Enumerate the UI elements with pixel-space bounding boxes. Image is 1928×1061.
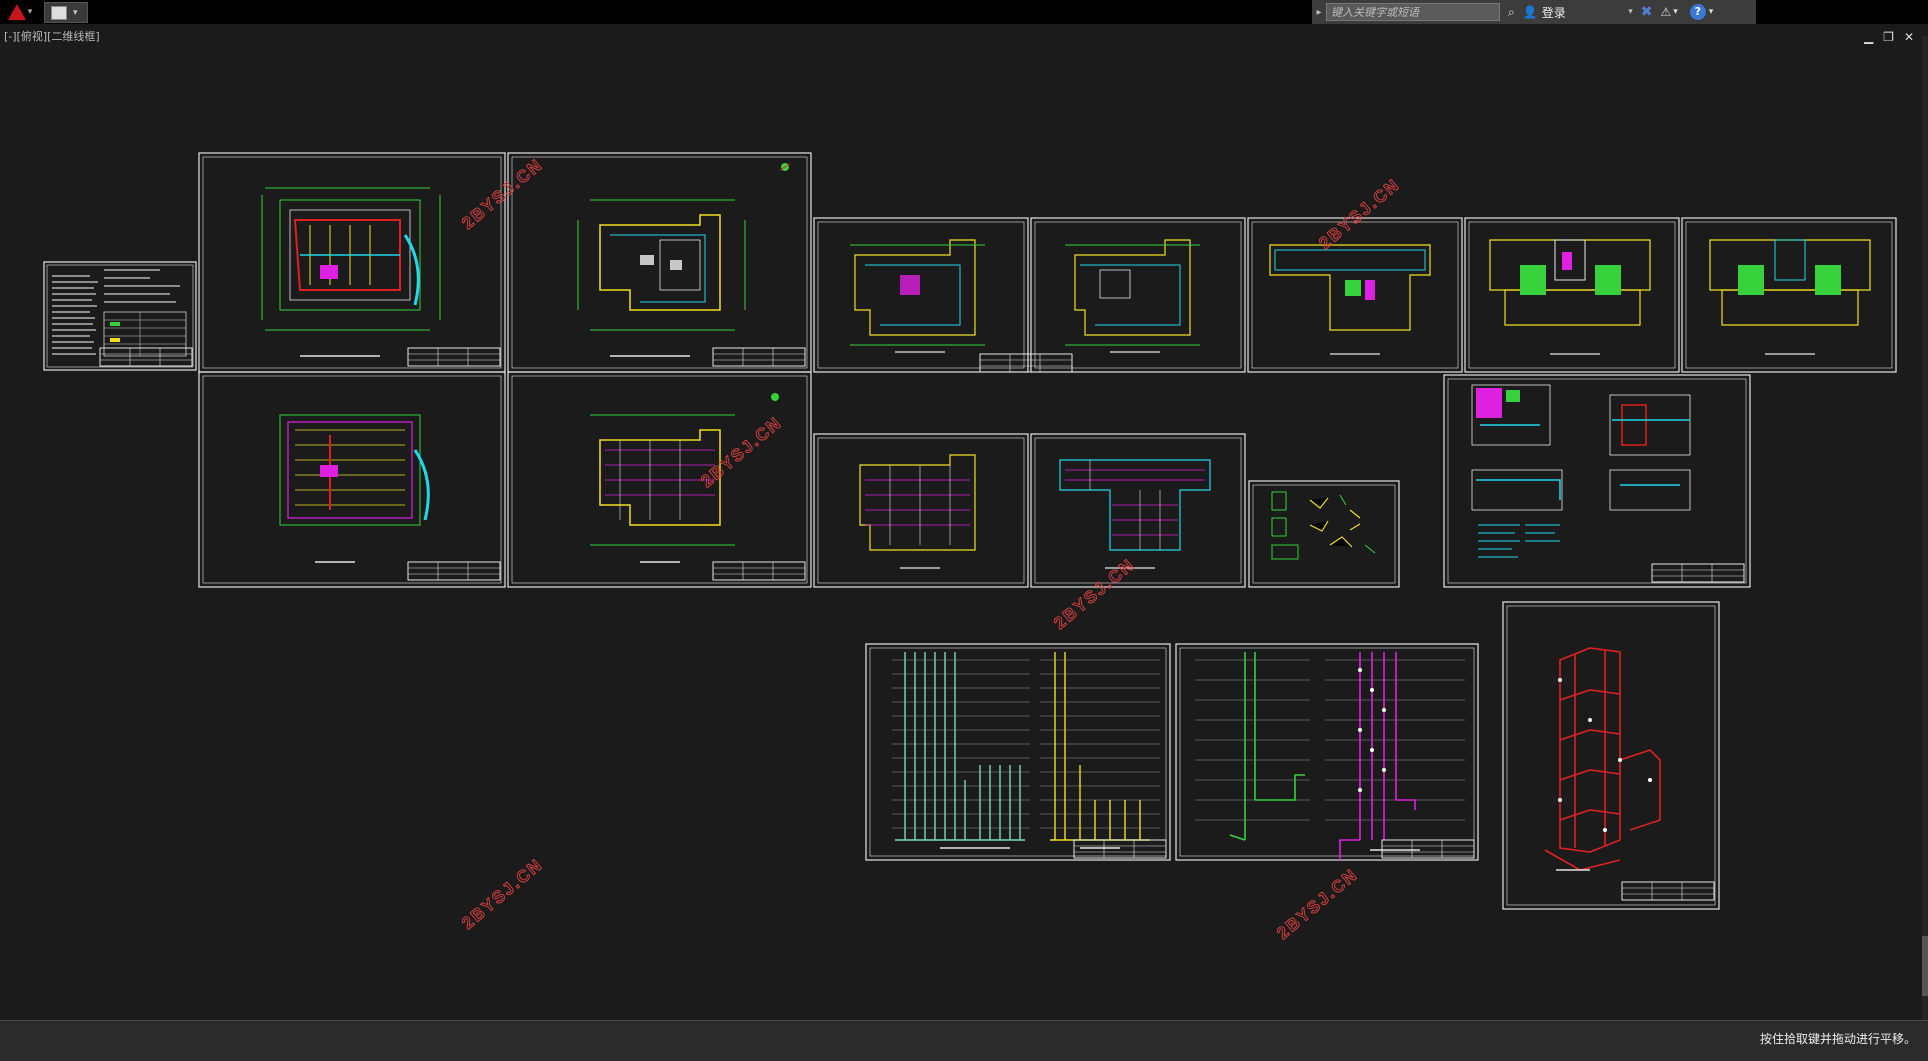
search-input[interactable] — [1326, 3, 1500, 21]
sheet-basement-plan-1[interactable] — [198, 152, 506, 373]
connect-icon[interactable]: ⚠ — [1660, 5, 1671, 19]
status-bar: 按住拾取键并拖动进行平移。 — [0, 1020, 1928, 1061]
scrollbar-thumb[interactable] — [1922, 936, 1928, 996]
watermark: 2BYSJ.CN — [1315, 175, 1403, 253]
sheet-pump-room-detail[interactable] — [1443, 374, 1751, 588]
help-icon[interactable]: ? — [1689, 4, 1706, 20]
command-prompt-text: 按住拾取键并拖动进行平移。 — [1759, 1032, 1916, 1046]
sheet-detail-symbols[interactable] — [1248, 480, 1400, 588]
sheet-riser-diagram-1[interactable] — [865, 643, 1171, 861]
sheet-sprinkler-plan-3[interactable] — [813, 433, 1029, 588]
chevron-down-icon: ▾ — [1628, 7, 1633, 17]
watermark: 2BYSJ.CN — [458, 855, 546, 933]
sheet-floor-plan-2[interactable] — [1030, 217, 1246, 373]
chevron-down-icon: ▾ — [27, 7, 33, 17]
sheet-basement-plan-2[interactable] — [507, 152, 812, 373]
watermark: 2BYSJ.CN — [1273, 865, 1361, 943]
sheet-design-notes[interactable] — [43, 261, 197, 371]
login-label: 登录 — [1541, 5, 1566, 20]
sheet-riser-diagram-2[interactable] — [1175, 643, 1479, 861]
watermark: 2BYSJ.CN — [458, 155, 546, 233]
user-icon: 👤 — [1522, 5, 1538, 19]
chevron-down-icon[interactable]: ▾ — [73, 8, 78, 18]
login-button[interactable]: 👤 登录 ▾ — [1523, 4, 1633, 21]
sheet-sprinkler-plan-4[interactable] — [1030, 433, 1246, 588]
sheet-sprinkler-plan-2[interactable] — [507, 371, 812, 588]
drawing-canvas[interactable]: 2BYSJ.CN 2BYSJ.CN 2BYSJ.CN 2BYSJ.CN 2BYS… — [0, 40, 1920, 1020]
vertical-scrollbar[interactable] — [1922, 36, 1928, 1020]
sheet-floor-plan-4[interactable] — [1464, 217, 1680, 373]
watermark: 2BYSJ.CN — [697, 413, 785, 491]
binoculars-icon[interactable]: ⌕ — [1508, 5, 1515, 20]
sheet-floor-plan-3[interactable] — [1247, 217, 1463, 373]
sheet-sprinkler-plan-1[interactable] — [198, 371, 506, 588]
sheet-floor-plan-1[interactable] — [813, 217, 1073, 373]
sheet-roof-plan[interactable] — [1681, 217, 1897, 373]
workspace-icon[interactable] — [51, 5, 67, 20]
quick-access-toolbar[interactable]: ▾ — [44, 2, 88, 23]
title-bar: ▾ ▾ ▸ ⌕ 👤 登录 ▾ ✖ ⚠ ▾ ? ▾ — [0, 0, 1928, 24]
sheet-axonometric-diagram[interactable] — [1502, 601, 1720, 910]
chevron-down-icon[interactable]: ▾ — [1673, 7, 1678, 17]
autocad-logo-icon — [7, 4, 26, 20]
info-center: ▸ ⌕ 👤 登录 ▾ ✖ ⚠ ▾ ? ▾ — [1312, 0, 1756, 24]
watermark: 2BYSJ.CN — [1050, 555, 1138, 633]
chevron-down-icon[interactable]: ▾ — [1709, 7, 1714, 17]
application-menu-button[interactable]: ▾ — [0, 0, 40, 24]
exchange-icon[interactable]: ✖ — [1641, 4, 1653, 20]
expand-arrow-icon[interactable]: ▸ — [1312, 7, 1326, 18]
